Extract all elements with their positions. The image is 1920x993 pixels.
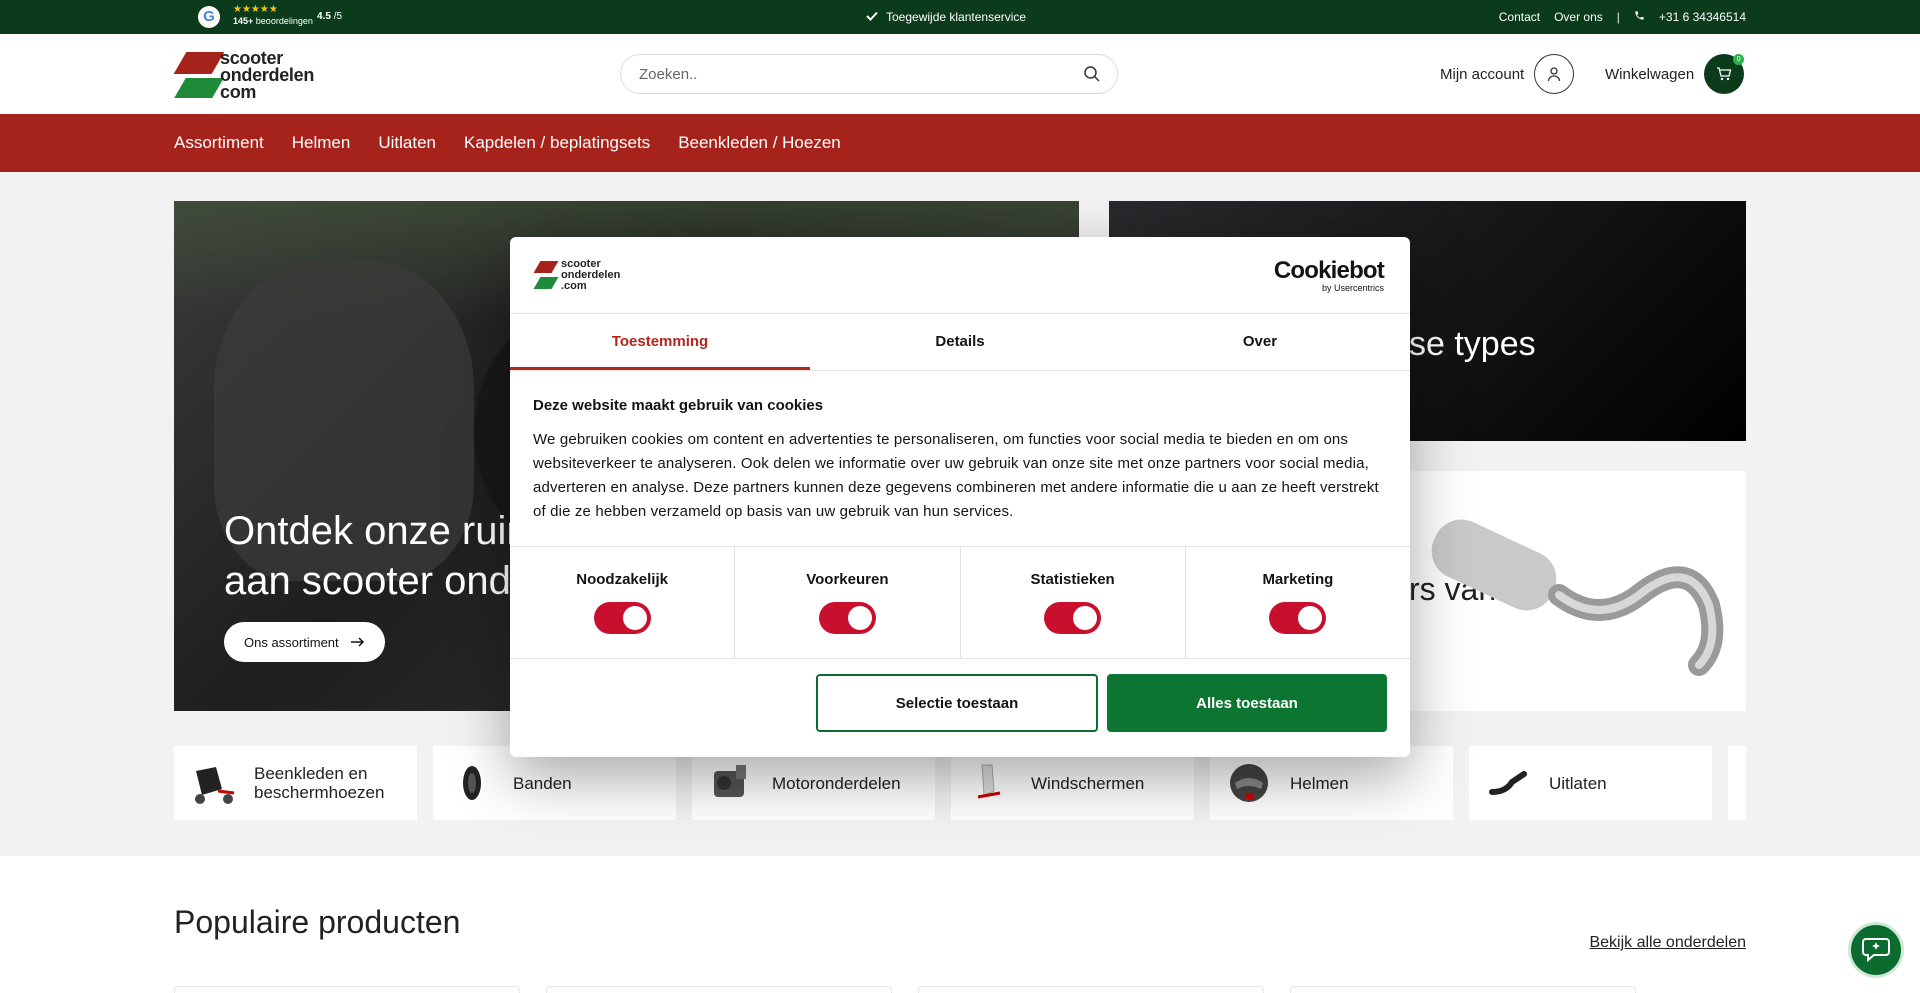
cookiebot-logo[interactable]: Cookiebot by Usercentrics [1274, 259, 1385, 294]
dialog-site-logo: scooter onderdelen .com [533, 259, 643, 295]
consent-statistics: Statistieken [961, 547, 1186, 658]
dialog-heading: Deze website maakt gebruik van cookies [533, 397, 824, 414]
tab-toestemming[interactable]: Toestemming [510, 314, 810, 370]
dialog-tabs: Toestemming Details Over [510, 314, 1410, 371]
tab-over[interactable]: Over [1110, 314, 1410, 370]
dialog-body: Deze website maakt gebruik van cookies W… [533, 397, 1383, 524]
allow-selection-button[interactable]: Selectie toestaan [816, 674, 1098, 732]
cookie-consent-dialog: scooter onderdelen .com Cookiebot by Use… [510, 237, 1410, 757]
logo-mark-green [533, 277, 559, 289]
dialog-header: scooter onderdelen .com Cookiebot by Use… [510, 237, 1410, 314]
allow-all-button[interactable]: Alles toestaan [1107, 674, 1387, 732]
logo-mark-red [533, 261, 559, 273]
preferences-toggle[interactable] [818, 602, 876, 634]
necessary-toggle[interactable] [593, 602, 651, 634]
consent-necessary: Noodzakelijk [510, 547, 736, 658]
consent-toggles: Noodzakelijk Voorkeuren Statistieken Mar… [510, 546, 1410, 659]
tab-details[interactable]: Details [810, 314, 1110, 370]
dialog-logo-text: scooter onderdelen .com [561, 258, 621, 292]
consent-marketing: Marketing [1186, 547, 1410, 658]
statistics-toggle[interactable] [1044, 602, 1102, 634]
consent-preferences: Voorkeuren [735, 547, 961, 658]
marketing-toggle[interactable] [1269, 602, 1327, 634]
dialog-description: We gebruiken cookies om content en adver… [533, 431, 1379, 520]
